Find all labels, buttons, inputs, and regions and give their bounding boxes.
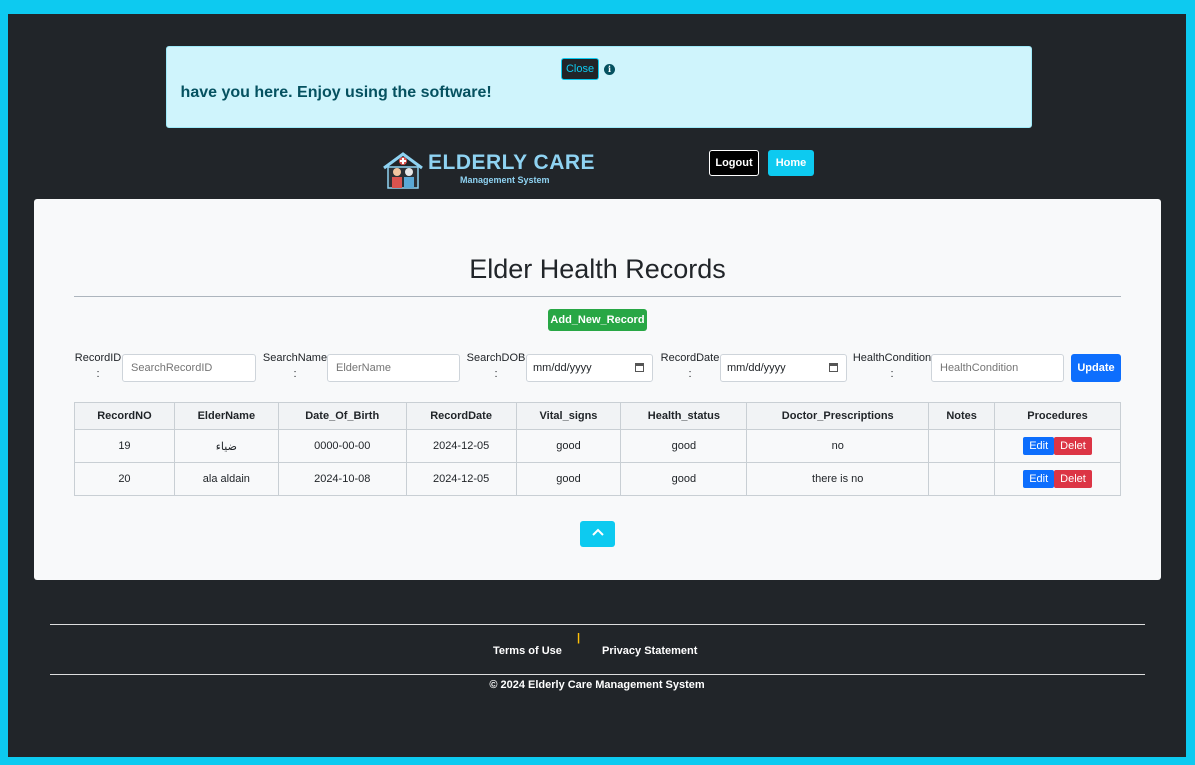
health-condition-input[interactable]	[931, 354, 1064, 382]
column-header: RecordNO	[74, 402, 175, 430]
copyright-text: © 2024 Elderly Care Management System	[489, 679, 705, 691]
table-row: 20 ala aldain 2024-10-08 2024-12-05 good…	[74, 462, 1121, 496]
vital-signs-cell: good	[515, 429, 622, 463]
add-record-button[interactable]: Add_New_Record	[548, 309, 647, 331]
footer-separator: |	[577, 632, 581, 644]
home-button[interactable]: Home	[768, 150, 814, 176]
column-header: Health_status	[620, 402, 748, 430]
footer-divider-bottom	[50, 674, 1145, 675]
health-condition-label: HealthCondition :	[852, 352, 932, 380]
vital-signs-cell: good	[515, 462, 622, 496]
record-date-value: mm/dd/yyyy	[727, 362, 786, 374]
record-id-input[interactable]	[122, 354, 256, 382]
column-header: ElderName	[173, 402, 279, 430]
logo-subtitle: Management System	[460, 175, 550, 185]
page-title: Elder Health Records	[469, 254, 726, 284]
scroll-top-button[interactable]	[580, 521, 615, 547]
logout-button[interactable]: Logout	[709, 150, 759, 176]
record-date-input[interactable]: mm/dd/yyyy	[720, 354, 847, 382]
record-no-cell: 20	[74, 462, 175, 496]
column-header: Vital_signs	[515, 402, 622, 430]
record-id-label: RecordID :	[74, 352, 122, 380]
table-header-row: RecordNO ElderName Date_Of_Birth RecordD…	[74, 402, 1121, 430]
notes-cell	[928, 429, 996, 463]
logo-icon	[383, 152, 423, 189]
logo-title: ELDERLY CARE	[428, 151, 596, 174]
welcome-marquee-text: Glad to have you here. Enjoy using the s…	[177, 84, 492, 101]
column-header: Doctor_Prescriptions	[746, 402, 930, 430]
record-date-cell: 2024-12-05	[405, 429, 517, 463]
footer-divider-top	[50, 624, 1145, 625]
app-frame: Close i Glad to have you here. Enjoy usi…	[8, 14, 1186, 757]
notes-cell	[928, 462, 996, 496]
record-date-cell: 2024-12-05	[405, 462, 517, 496]
welcome-banner: Close i Glad to have you here. Enjoy usi…	[166, 46, 1032, 128]
terms-link[interactable]: Terms of Use	[493, 645, 562, 657]
elder-name-cell: ضياء	[173, 429, 279, 463]
info-circle-icon: i	[604, 64, 615, 75]
privacy-link[interactable]: Privacy Statement	[602, 645, 697, 657]
elder-name-cell: ala aldain	[173, 462, 279, 496]
health-status-cell: good	[620, 462, 748, 496]
calendar-icon[interactable]	[829, 363, 838, 372]
records-card: Elder Health Records Add_New_Record Reco…	[34, 199, 1161, 580]
dob-cell: 0000-00-00	[277, 429, 407, 463]
record-no-cell: 19	[74, 429, 175, 463]
column-header: RecordDate	[405, 402, 517, 430]
search-dob-label: SearchDOB :	[466, 352, 526, 380]
records-table: RecordNO ElderName Date_Of_Birth RecordD…	[74, 402, 1121, 496]
column-header: Procedures	[994, 402, 1121, 430]
chevron-up-icon	[591, 528, 604, 536]
procedures-cell: Edit Delet	[994, 462, 1121, 496]
column-header: Date_Of_Birth	[277, 402, 407, 430]
dob-cell: 2024-10-08	[277, 462, 407, 496]
delete-button[interactable]: Delet	[1054, 470, 1092, 488]
prescription-cell: there is no	[746, 462, 930, 496]
calendar-icon[interactable]	[635, 363, 644, 372]
delete-button[interactable]: Delet	[1054, 437, 1092, 455]
elder-name-input[interactable]	[327, 354, 460, 382]
edit-button[interactable]: Edit	[1023, 470, 1055, 488]
prescription-cell: no	[746, 429, 930, 463]
update-button[interactable]: Update	[1071, 354, 1121, 382]
title-divider	[74, 296, 1121, 297]
health-status-cell: good	[620, 429, 748, 463]
marquee-container: Glad to have you here. Enjoy using the s…	[177, 77, 1017, 107]
dob-date-input[interactable]: mm/dd/yyyy	[526, 354, 653, 382]
edit-button[interactable]: Edit	[1023, 437, 1055, 455]
record-date-label: RecordDate :	[660, 352, 720, 380]
column-header: Notes	[928, 402, 996, 430]
dob-date-value: mm/dd/yyyy	[533, 362, 592, 374]
procedures-cell: Edit Delet	[994, 429, 1121, 463]
table-row: 19 ضياء 0000-00-00 2024-12-05 good good …	[74, 429, 1121, 463]
search-name-label: SearchName :	[262, 352, 328, 380]
